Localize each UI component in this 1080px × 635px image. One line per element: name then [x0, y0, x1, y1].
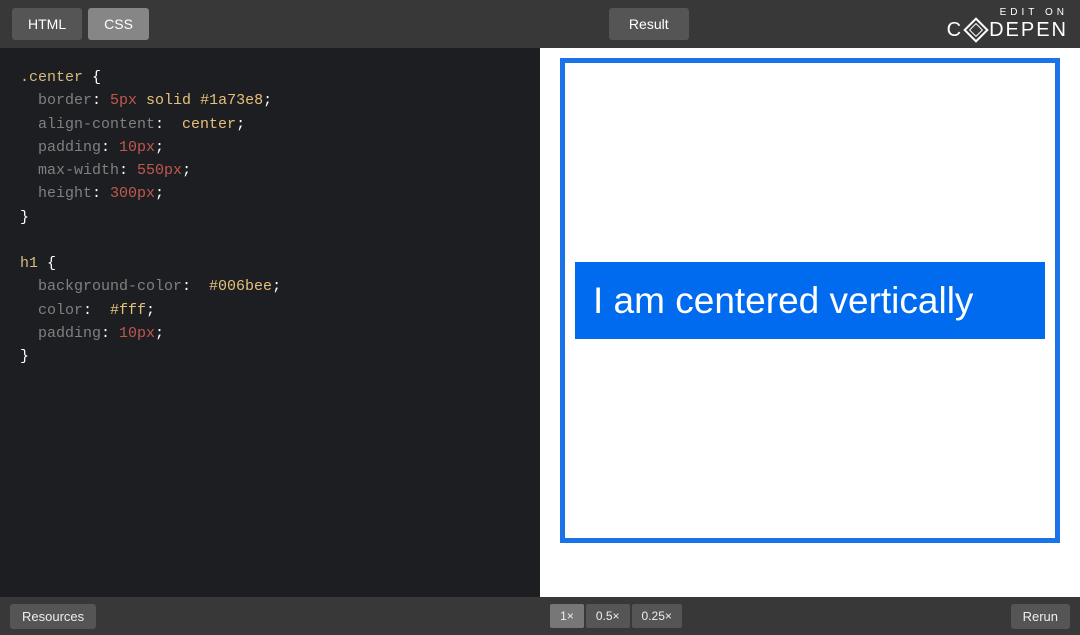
tab-css[interactable]: CSS	[88, 8, 149, 40]
zoom-025x-button[interactable]: 0.25×	[632, 604, 682, 628]
edit-on-codepen-link[interactable]: EDIT ON C DEPEN	[947, 8, 1068, 40]
result-pane: I am centered vertically	[540, 48, 1080, 597]
main-split: .center { border: 5px solid #1a73e8; ali…	[0, 48, 1080, 597]
footer-bar: Resources 1× 0.5× 0.25× Rerun	[0, 597, 1080, 635]
tab-result[interactable]: Result	[609, 8, 689, 40]
resources-button[interactable]: Resources	[10, 604, 96, 629]
tab-html[interactable]: HTML	[12, 8, 82, 40]
zoom-control-group: 1× 0.5× 0.25×	[550, 604, 682, 628]
rerun-button[interactable]: Rerun	[1011, 604, 1070, 629]
zoom-05x-button[interactable]: 0.5×	[586, 604, 630, 628]
center-container: I am centered vertically	[560, 58, 1060, 543]
codepen-embed: HTML CSS Result EDIT ON C DEPEN .center …	[0, 0, 1080, 635]
token-selector: .center	[20, 69, 83, 86]
result-heading: I am centered vertically	[575, 262, 1045, 340]
zoom-1x-button[interactable]: 1×	[550, 604, 584, 628]
token-selector: h1	[20, 255, 38, 272]
codepen-box-icon	[963, 17, 988, 42]
brand-area[interactable]: EDIT ON C DEPEN	[947, 8, 1068, 40]
css-editor[interactable]: .center { border: 5px solid #1a73e8; ali…	[0, 48, 540, 597]
codepen-logo: C DEPEN	[947, 20, 1068, 40]
header-bar: HTML CSS Result EDIT ON C DEPEN	[0, 0, 1080, 48]
edit-on-label: EDIT ON	[1000, 8, 1068, 18]
editor-tab-group: HTML CSS	[12, 8, 149, 40]
